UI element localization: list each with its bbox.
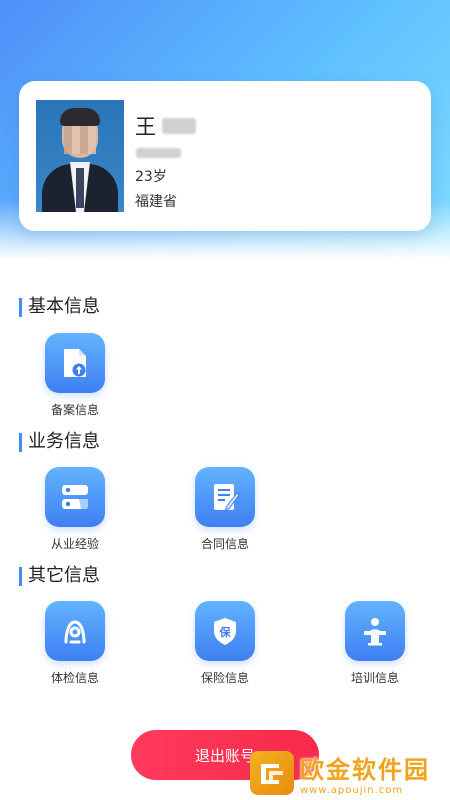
tile-label: 合同信息 bbox=[200, 537, 249, 551]
training-lectern-icon bbox=[345, 601, 405, 661]
document-upload-icon bbox=[45, 333, 105, 393]
tile-work-experience[interactable]: 从业经验 bbox=[25, 467, 125, 552]
tile-label: 备案信息 bbox=[50, 403, 99, 417]
tile-label: 培训信息 bbox=[350, 671, 399, 685]
tile-filing-info[interactable]: 备案信息 bbox=[25, 333, 125, 418]
tile-label: 从业经验 bbox=[50, 537, 99, 551]
watermark-title: 欧金软件园 bbox=[300, 756, 430, 784]
profile-name: 王 bbox=[135, 115, 156, 139]
name-redacted bbox=[162, 118, 196, 134]
section-title-business: 业务信息 bbox=[19, 432, 100, 452]
tile-insurance-info[interactable]: 保 保险信息 bbox=[175, 601, 275, 686]
watermark-logo-icon bbox=[250, 751, 294, 795]
watermark-url: www.apoujin.com bbox=[300, 785, 404, 796]
tile-label: 体检信息 bbox=[50, 671, 99, 685]
profile-card: 王 23岁 福建省 bbox=[19, 81, 431, 231]
tile-training-info[interactable]: 培训信息 bbox=[325, 601, 425, 686]
id-redacted bbox=[136, 148, 181, 158]
watermark: 欧金软件园 www.apoujin.com bbox=[250, 750, 445, 796]
health-check-icon bbox=[45, 601, 105, 661]
profile-age: 23岁 bbox=[135, 169, 167, 185]
svg-text:保: 保 bbox=[219, 625, 232, 639]
tile-health-check[interactable]: 体检信息 bbox=[25, 601, 125, 686]
name-row: 王 bbox=[135, 111, 196, 141]
avatar-photo bbox=[36, 100, 124, 212]
section-title-other: 其它信息 bbox=[19, 566, 100, 586]
insurance-shield-icon: 保 bbox=[195, 601, 255, 661]
experience-cards-icon bbox=[45, 467, 105, 527]
contract-edit-icon bbox=[195, 467, 255, 527]
profile-province: 福建省 bbox=[135, 194, 177, 210]
tile-label: 保险信息 bbox=[200, 671, 249, 685]
section-title-basic: 基本信息 bbox=[19, 297, 100, 317]
tile-contract-info[interactable]: 合同信息 bbox=[175, 467, 275, 552]
